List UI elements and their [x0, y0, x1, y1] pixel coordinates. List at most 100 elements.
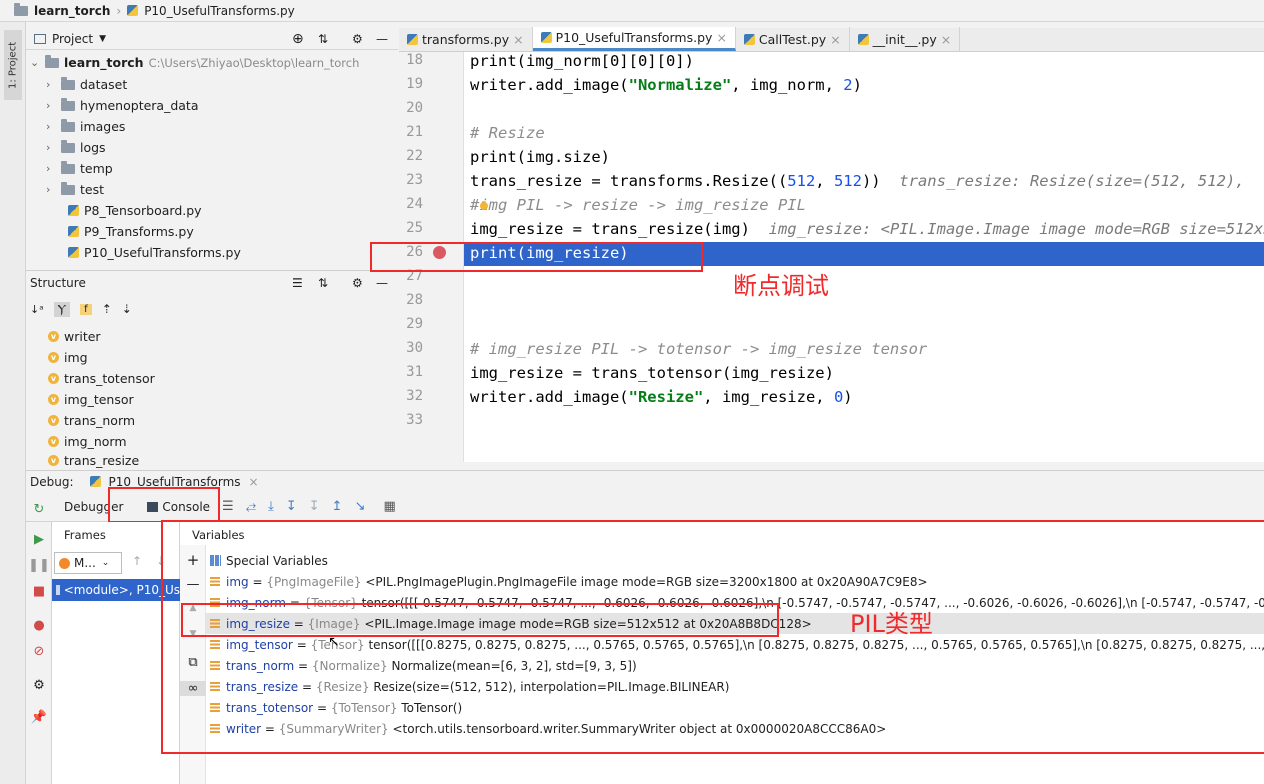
sort-alpha-icon[interactable]: ↓ᵃ [30, 303, 44, 316]
rerun-icon[interactable]: ↻ [26, 502, 52, 517]
tree-file-p9[interactable]: P9_Transforms.py [68, 221, 194, 242]
line-number: 25 [406, 220, 423, 236]
tree-root[interactable]: ⌄ learn_torch C:\Users\Zhiyao\Desktop\le… [30, 52, 359, 73]
project-tool-tab[interactable]: 1: Project [4, 30, 22, 100]
structure-item[interactable]: v writer [48, 326, 101, 347]
file-label: P10_UsefulTransforms.py [84, 245, 241, 260]
tree-file-p10[interactable]: P10_UsefulTransforms.py [68, 242, 241, 263]
step-into-my-code-icon[interactable]: ↧ [309, 499, 320, 514]
python-file-icon [68, 247, 79, 258]
collapse-icon[interactable]: ⇣ [122, 302, 132, 316]
chevron-down-icon[interactable]: ▼ [99, 34, 106, 44]
structure-item-label: trans_totensor [64, 371, 155, 386]
structure-item[interactable]: v img [48, 347, 88, 368]
root-name: learn_torch [64, 55, 144, 70]
code-line-21: # Resize [470, 124, 545, 142]
structure-item[interactable]: v img_tensor [48, 389, 134, 410]
folder-label: temp [80, 161, 113, 176]
project-panel-title[interactable]: Project [52, 32, 93, 46]
step-into-icon[interactable]: ↧ [286, 499, 297, 514]
structure-item[interactable]: v trans_totensor [48, 368, 155, 389]
gear-icon[interactable]: ⚙ [352, 276, 363, 290]
code-line-24: #img PIL -> resize -> img_resize PIL [470, 196, 806, 214]
folder-label: dataset [80, 77, 128, 92]
gear-icon[interactable]: ⚙ [352, 32, 363, 46]
structure-item-label: trans_resize [64, 452, 140, 468]
structure-item[interactable]: v trans_resize [48, 452, 139, 468]
expand-all-icon[interactable]: ☰ [292, 276, 303, 290]
close-icon[interactable]: × [716, 30, 726, 45]
tree-file-p8[interactable]: P8_Tensorboard.py [68, 200, 202, 221]
chevron-right-icon[interactable]: › [46, 78, 56, 91]
breadcrumb-project[interactable]: learn_torch [34, 4, 110, 18]
tool-window-stripe [0, 22, 26, 784]
variable-icon: v [48, 352, 59, 363]
minimize-icon[interactable]: — [376, 276, 388, 290]
locate-icon[interactable]: ⊕ [292, 31, 304, 47]
chevron-right-icon[interactable]: › [46, 162, 56, 175]
resume-icon[interactable]: ▶ [26, 532, 52, 547]
lightbulb-icon[interactable] [480, 202, 488, 210]
tree-folder-hymenoptera[interactable]: › hymenoptera_data [46, 95, 199, 116]
project-view-icon [34, 33, 46, 44]
close-icon[interactable]: × [830, 32, 840, 47]
pause-icon[interactable]: ❚❚ [26, 558, 52, 573]
tree-folder-test[interactable]: › test [46, 179, 104, 200]
line-number: 18 [406, 52, 423, 68]
structure-toolbar: ↓ᵃ Ⲩ f ⇡ ⇣ [30, 298, 390, 320]
tree-folder-logs[interactable]: › logs [46, 137, 106, 158]
code-line-25: img_resize = trans_resize(img) img_resiz… [470, 220, 1264, 238]
tab-p10[interactable]: P10_UsefulTransforms.py × [532, 27, 736, 51]
structure-item[interactable]: v img_norm [48, 431, 127, 452]
show-functions-icon[interactable]: f [80, 303, 92, 315]
line-number: 21 [406, 124, 423, 140]
chevron-right-icon[interactable]: › [46, 183, 56, 196]
show-execution-point-icon[interactable]: ⥄ [246, 499, 256, 514]
tab-label: CallTest.py [758, 31, 827, 47]
expand-icon[interactable]: ⇡ [102, 302, 112, 316]
folder-icon [61, 181, 75, 195]
structure-item[interactable]: v trans_norm [48, 410, 135, 431]
up-arrow-icon[interactable]: ↑ [132, 554, 142, 568]
minimize-icon[interactable]: — [376, 32, 388, 46]
step-out-icon[interactable]: ↥ [332, 499, 343, 514]
tab-init[interactable]: __init__.py × [850, 27, 961, 51]
chevron-right-icon[interactable]: › [46, 141, 56, 154]
close-icon[interactable]: × [513, 32, 523, 47]
chevron-down-icon[interactable]: ⌄ [30, 56, 40, 69]
collapse-icon[interactable]: ⇅ [318, 32, 328, 46]
close-icon[interactable]: × [249, 475, 259, 489]
structure-item-label: trans_norm [64, 413, 136, 428]
tree-folder-dataset[interactable]: › dataset [46, 74, 127, 95]
tab-transforms[interactable]: transforms.py × [399, 27, 533, 51]
evaluate-expression-icon[interactable]: ▦ [383, 499, 395, 514]
structure-panel-header: Structure ☰ ⇅ ⚙ — [26, 270, 398, 294]
folder-icon [14, 2, 28, 16]
stop-icon[interactable]: ■ [26, 584, 52, 599]
tree-folder-images[interactable]: › images [46, 116, 125, 137]
show-fields-icon[interactable]: Ⲩ [53, 301, 71, 317]
chevron-right-icon[interactable]: › [46, 120, 56, 133]
line-number: 20 [406, 100, 423, 116]
folder-icon [61, 118, 75, 132]
tab-calltest[interactable]: CallTest.py × [736, 27, 850, 51]
breadcrumb-file[interactable]: P10_UsefulTransforms.py [144, 4, 295, 18]
tree-folder-temp[interactable]: › temp [46, 158, 113, 179]
step-over-icon[interactable]: ⤓ [268, 499, 274, 514]
view-breakpoints-icon[interactable]: ● [26, 618, 52, 633]
close-icon[interactable]: × [941, 32, 951, 47]
chevron-right-icon: › [116, 3, 122, 18]
folder-icon [45, 54, 59, 68]
settings-icon[interactable]: ⚙ [26, 678, 52, 693]
mute-breakpoints-icon[interactable]: ⊘ [26, 644, 52, 659]
collapse-all-icon[interactable]: ⇅ [318, 276, 328, 290]
line-number: 29 [406, 316, 423, 332]
chevron-right-icon[interactable]: › [46, 99, 56, 112]
code-line-32: writer.add_image("Resize", img_resize, 0… [470, 388, 853, 406]
pin-icon[interactable]: 📌 [26, 710, 52, 725]
thread-select[interactable]: M... ⌄ [54, 552, 122, 574]
run-to-cursor-icon[interactable]: ↘ [355, 499, 366, 514]
frames-label: Frames [64, 528, 106, 542]
folder-icon [61, 97, 75, 111]
layout-icon[interactable]: ☰ [222, 499, 234, 514]
